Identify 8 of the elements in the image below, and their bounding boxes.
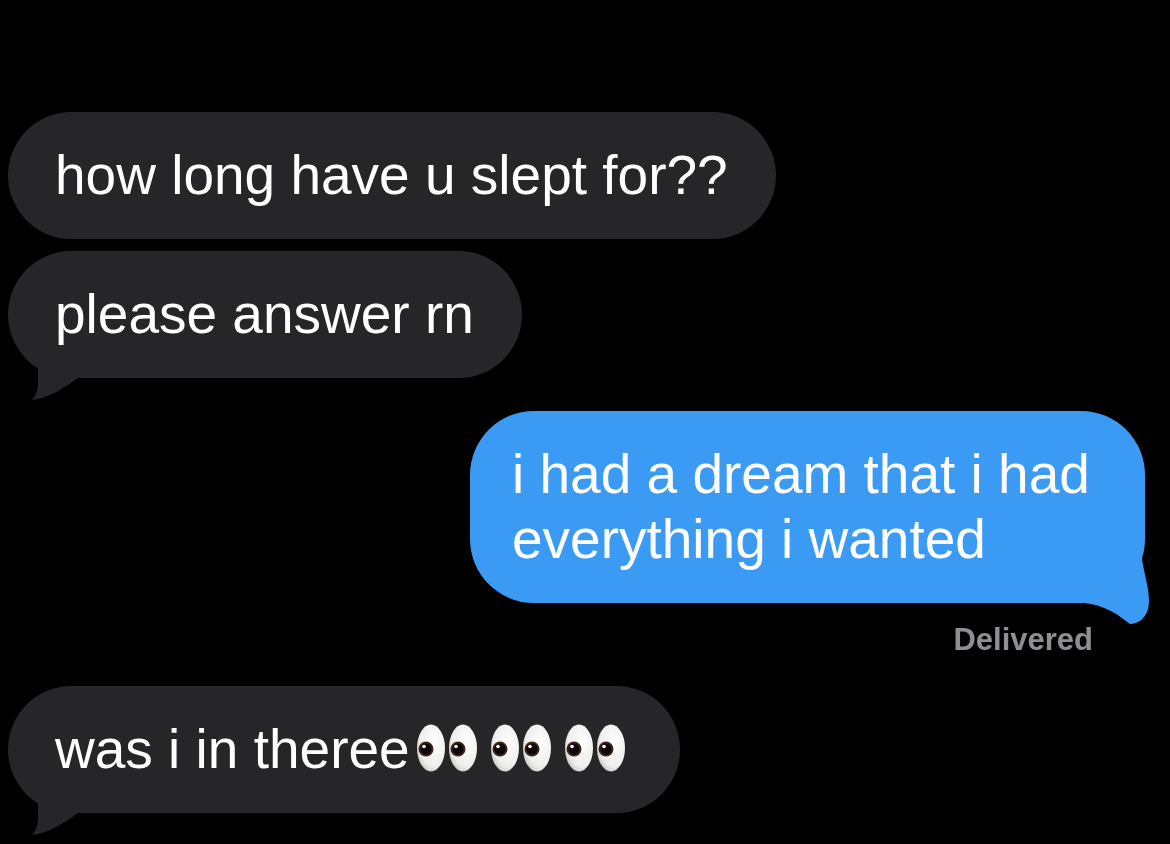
message-text: please answer rn <box>55 283 474 345</box>
message-text: i had a dream that i had everything i wanted <box>512 443 1090 570</box>
delivery-status: Delivered <box>953 621 1093 659</box>
eyes-icon <box>489 724 552 772</box>
eyes-icon <box>415 724 478 772</box>
message-text: how long have u slept for?? <box>55 144 728 206</box>
eyes-icon <box>563 724 626 772</box>
message-text: was i in theree <box>55 718 410 780</box>
